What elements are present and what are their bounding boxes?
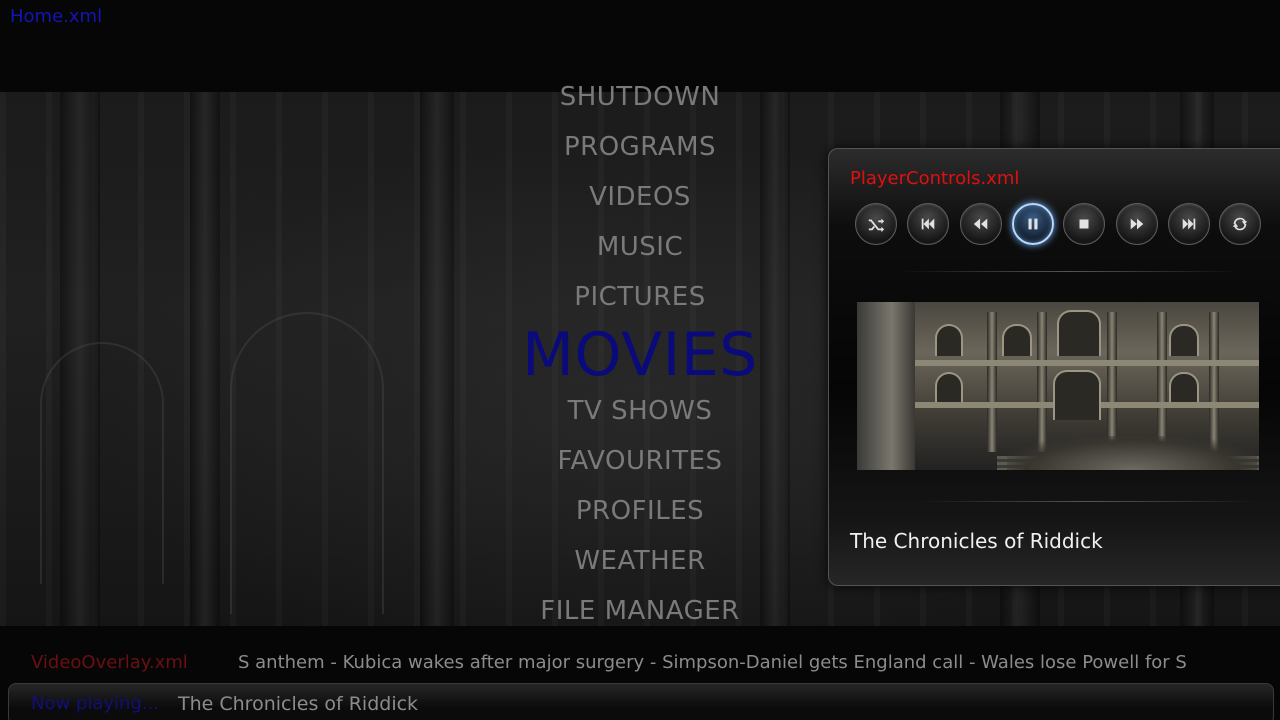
menu-item-tv-shows[interactable]: TV SHOWS [440,396,840,426]
pause-icon [1028,218,1038,230]
menu-item-file-manager[interactable]: FILE MANAGER [440,596,840,626]
skip-next-icon [1182,218,1196,230]
fast-forward-icon [1130,218,1144,230]
skip-next-button[interactable] [1168,203,1210,245]
player-controls-title: PlayerControls.xml [850,168,1020,189]
stop-button[interactable] [1063,203,1105,245]
menu-item-movies[interactable]: MOVIES [440,320,840,390]
menu-item-programs[interactable]: PROGRAMS [440,132,840,162]
menu-item-videos[interactable]: VIDEOS [440,182,840,212]
menu-item-weather[interactable]: WEATHER [440,546,840,576]
menu-item-music[interactable]: MUSIC [440,232,840,262]
stop-icon [1079,219,1089,229]
video-overlay-label: VideoOverlay.xml [31,652,188,673]
home-window-label: Home.xml [10,6,103,27]
repeat-button[interactable] [1219,203,1261,245]
now-playing-bar-title: The Chronicles of Riddick [178,693,419,715]
rewind-icon [973,218,988,230]
now-playing-label: Now playing... [31,693,160,714]
menu-item-shutdown[interactable]: SHUTDOWN [440,82,840,112]
now-playing-title: The Chronicles of Riddick [850,529,1103,553]
shuffle-button[interactable] [855,203,897,245]
player-controls-panel: PlayerControls.xml The Chronicles of Rid… [828,148,1280,586]
panel-divider [899,271,1239,272]
repeat-icon [1232,217,1248,231]
skip-previous-icon [921,218,935,230]
shuffle-icon [868,218,885,233]
player-controls-row [853,203,1273,249]
rewind-button[interactable] [960,203,1002,245]
fast-forward-button[interactable] [1116,203,1158,245]
menu-item-profiles[interactable]: PROFILES [440,496,840,526]
screen: Home.xml SHUTDOWN PROGRAMS VIDEOS MUSIC … [0,0,1280,720]
panel-divider [919,501,1259,502]
menu-item-favourites[interactable]: FAVOURITES [440,446,840,476]
skip-previous-button[interactable] [907,203,949,245]
pause-button[interactable] [1012,203,1054,245]
news-ticker: S anthem - Kubica wakes after major surg… [238,652,1280,676]
news-ticker-text: S anthem - Kubica wakes after major surg… [238,652,1187,673]
menu-item-pictures[interactable]: PICTURES [440,282,840,312]
now-playing-thumbnail [857,302,1259,470]
